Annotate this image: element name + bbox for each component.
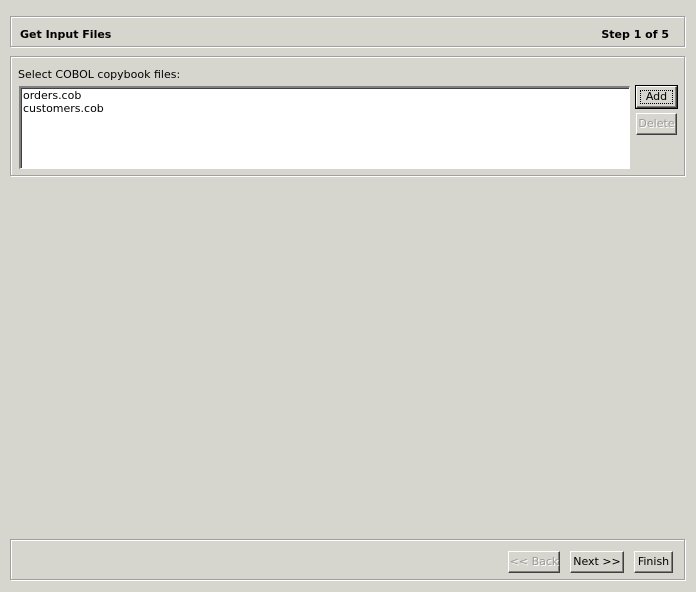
list-item[interactable]: customers.cob xyxy=(22,102,629,115)
delete-button-label: Delete xyxy=(638,117,675,130)
wizard-header: Get Input Files Step 1 of 5 xyxy=(10,16,685,47)
delete-button[interactable]: Delete xyxy=(636,113,677,135)
finish-button[interactable]: Finish xyxy=(634,551,673,573)
step-indicator: Step 1 of 5 xyxy=(601,28,669,41)
files-label: Select COBOL copybook files: xyxy=(18,68,181,81)
finish-button-label: Finish xyxy=(637,555,670,568)
next-button[interactable]: Next >> xyxy=(570,551,624,573)
add-button-label: Add xyxy=(645,90,668,103)
page-title: Get Input Files xyxy=(20,28,112,41)
copybook-file-list[interactable]: orders.cob customers.cob xyxy=(19,86,630,169)
list-item[interactable]: orders.cob xyxy=(22,89,629,102)
wizard-window: Get Input Files Step 1 of 5 Select COBOL… xyxy=(0,0,696,592)
wizard-footer: << Back Next >> Finish xyxy=(10,539,685,580)
add-button[interactable]: Add xyxy=(635,85,678,109)
back-button-label: << Back xyxy=(509,555,559,568)
back-button[interactable]: << Back xyxy=(508,551,560,573)
next-button-label: Next >> xyxy=(573,555,621,568)
input-files-panel: Select COBOL copybook files: orders.cob … xyxy=(10,56,685,176)
